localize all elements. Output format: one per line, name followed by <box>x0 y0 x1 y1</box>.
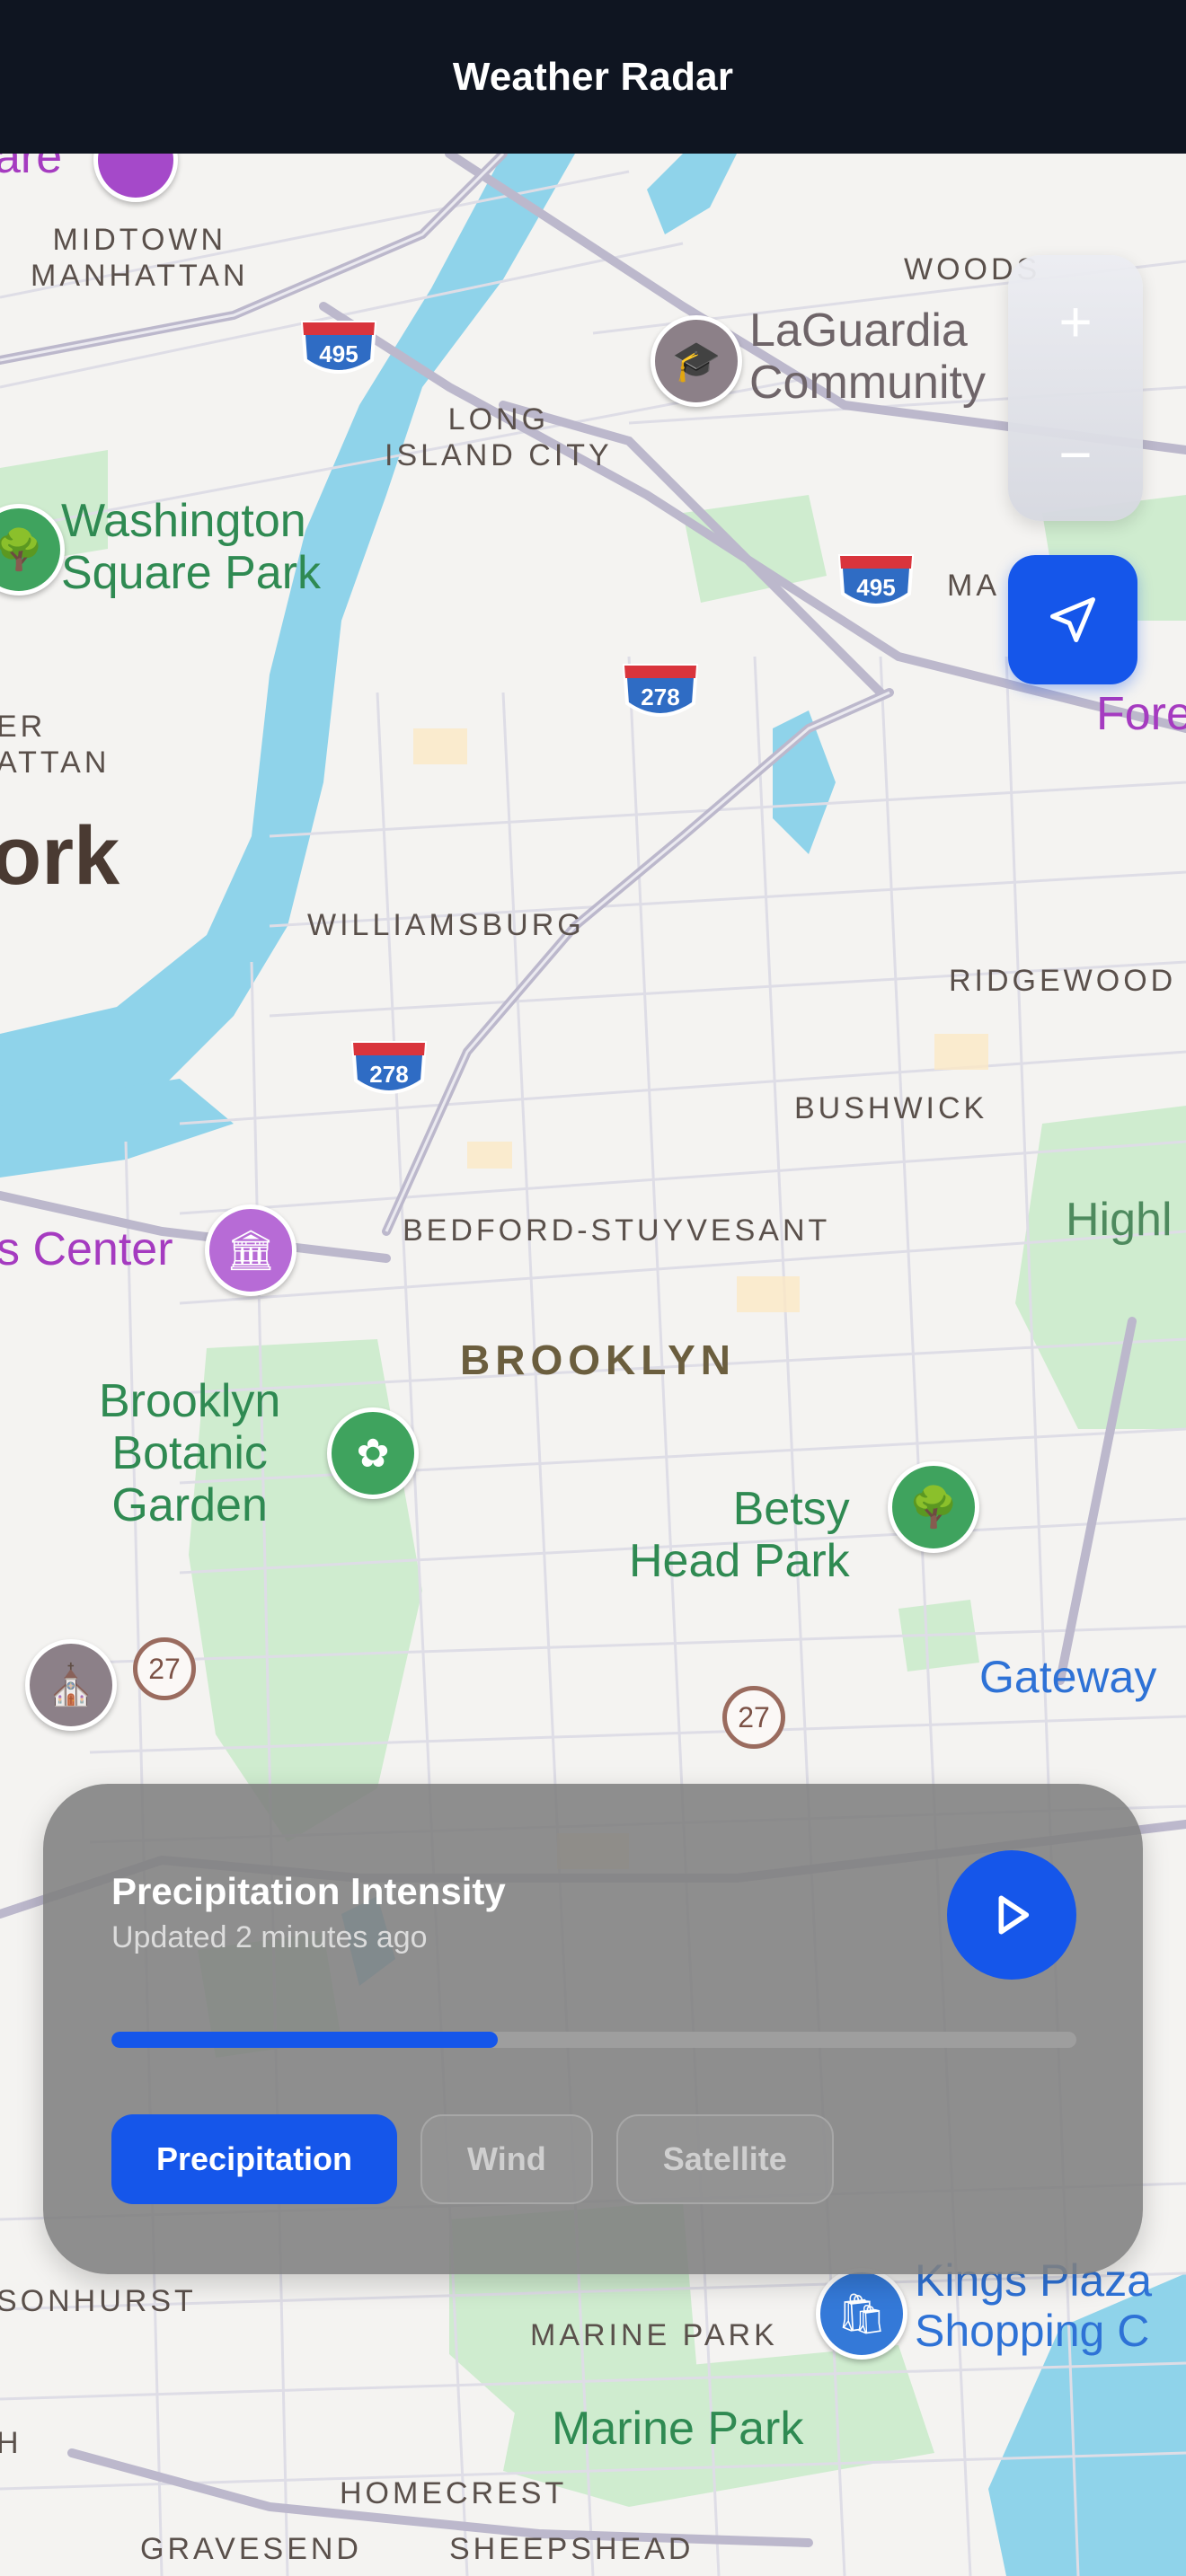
zoom-in-button[interactable]: + <box>1008 255 1143 388</box>
map-label-new-york: ork <box>0 810 120 902</box>
building-icon[interactable]: 🏛 <box>205 1204 296 1296</box>
timeline-progress-fill <box>111 2032 498 2048</box>
map-label-washington-square: Washington Square Park <box>61 495 322 599</box>
map-label-forest: Fore <box>1096 688 1186 740</box>
zoom-controls: + − <box>1008 255 1143 521</box>
locate-button[interactable] <box>1008 555 1137 684</box>
panel-subtitle: Updated 2 minutes ago <box>111 1920 428 1954</box>
map-label-highland: Highl <box>1066 1194 1173 1246</box>
graduation-cap-icon[interactable]: 🎓 <box>651 315 742 407</box>
svg-text:495: 495 <box>319 340 358 367</box>
tree-icon[interactable]: 🌳 <box>888 1461 979 1553</box>
interstate-shield-icon: 495 <box>300 321 377 374</box>
interstate-shield-icon: 278 <box>622 664 699 717</box>
map-label-williamsburg: WILLIAMSBURG <box>307 908 585 942</box>
tab-satellite[interactable]: Satellite <box>615 2114 834 2204</box>
map-label-betsy-head-park: Betsy Head Park <box>629 1483 850 1587</box>
navigation-arrow-icon <box>1050 597 1095 642</box>
interstate-shield-icon: 278 <box>350 1041 428 1094</box>
panel-title: Precipitation Intensity <box>111 1870 506 1912</box>
svg-text:495: 495 <box>856 574 895 601</box>
map-label-manhattan-partial: ER ATTAN <box>0 710 111 780</box>
play-icon <box>998 1895 1030 1935</box>
map-label-maspeth: MA <box>947 569 1000 603</box>
timeline-progress[interactable] <box>111 2032 1076 2048</box>
radar-panel: Precipitation Intensity Updated 2 minute… <box>43 1784 1143 2274</box>
shopping-bag-icon[interactable]: 🛍 <box>816 2268 907 2360</box>
monument-icon[interactable]: ⛪ <box>25 1639 117 1731</box>
route-27-shield: 27 <box>722 1686 785 1749</box>
layer-tabs: Precipitation Wind Satellite <box>111 2114 834 2204</box>
map-label-partial: are <box>0 154 63 183</box>
map-label-marine-park: Marine Park <box>552 2403 804 2455</box>
play-button[interactable] <box>947 1850 1076 1980</box>
map-label-botanic-garden: Brooklyn Botanic Garden <box>99 1375 281 1531</box>
interstate-shield-icon: 495 <box>837 554 915 607</box>
map-label-homecrest: HOMECREST <box>340 2476 568 2510</box>
route-27-shield: 27 <box>133 1637 196 1700</box>
tab-wind[interactable]: Wind <box>420 2114 593 2204</box>
map-label-ridgewood: RIDGEWOOD <box>949 964 1177 998</box>
map-label-laguardia: LaGuardia Community <box>749 304 986 409</box>
map-label-marine-park-district: MARINE PARK <box>530 2318 778 2352</box>
svg-text:278: 278 <box>641 684 679 710</box>
svg-text:278: 278 <box>369 1061 408 1088</box>
map-label-midtown: MIDTOWN MANHATTAN <box>31 223 249 293</box>
page-title: Weather Radar <box>452 54 734 99</box>
app-header: Weather Radar <box>0 0 1186 154</box>
map-label-bushwick: BUSHWICK <box>794 1091 988 1125</box>
map-label-partial-h: H <box>0 2426 22 2460</box>
zoom-out-button[interactable]: − <box>1008 388 1143 521</box>
map-label-gravesend: GRAVESEND <box>140 2532 362 2566</box>
map-label-center: s Center <box>0 1223 173 1275</box>
map-label-bensonhurst: SONHURST <box>0 2284 197 2318</box>
map-label-bedford-stuyvesant: BEDFORD-STUYVESANT <box>403 1213 831 1248</box>
map-label-long-island-city: LONG ISLAND CITY <box>385 402 613 472</box>
flower-icon[interactable]: ✿ <box>327 1407 419 1499</box>
map-label-sheepshead: SHEEPSHEAD <box>449 2532 695 2566</box>
map-label-brooklyn: BROOKLYN <box>460 1337 736 1383</box>
map-label-gateway: Gateway <box>979 1652 1157 1702</box>
tab-precipitation[interactable]: Precipitation <box>111 2114 398 2204</box>
